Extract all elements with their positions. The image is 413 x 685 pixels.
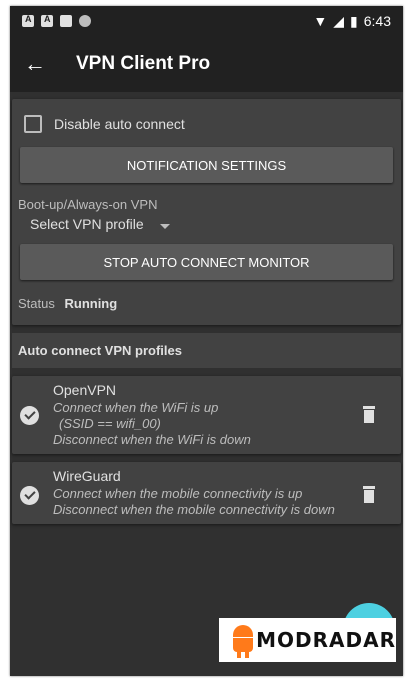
arrow-left-icon[interactable]: ← [10,51,60,77]
vpn-profile-select[interactable]: Select VPN profile [12,212,401,236]
battery-icon: ▮ [350,12,358,29]
stop-monitor-button[interactable]: STOP AUTO CONNECT MONITOR [20,244,393,280]
disable-auto-connect-row[interactable]: Disable auto connect [12,109,401,139]
clock: 6:43 [363,13,391,29]
android-notification-icon: A [41,14,53,27]
app-bar: ← VPN Client Pro [10,36,403,92]
status-value: Running [64,296,118,311]
profile-rule: Connect when the WiFi is up [53,400,219,415]
notification-a-icon: A [22,14,34,27]
watermark: MODRADAR [219,618,396,662]
trash-icon[interactable] [359,406,383,426]
circle-notification-icon [79,15,91,27]
check-circle-icon [20,406,39,425]
profile-openvpn[interactable]: OpenVPN Connect when the WiFi is up (SSI… [12,376,401,454]
phone-screen: A A ▼ ◢ ▮ 6:43 ← VPN Client Pro Disable … [10,6,403,676]
wifi-icon: ▼ [313,13,328,29]
watermark-text: MODRADAR [256,628,396,652]
page-title: VPN Client Pro [76,53,211,74]
dropdown-caret-icon [159,223,170,229]
vpn-profile-select-value: Select VPN profile [30,216,144,232]
check-circle-icon [20,486,39,505]
status-bar: A A ▼ ◢ ▮ 6:43 [10,6,403,36]
profile-wireguard[interactable]: WireGuard Connect when the mobile connec… [12,462,401,524]
notification-settings-button[interactable]: NOTIFICATION SETTINGS [20,147,393,183]
profiles-header: Auto connect VPN profiles [12,333,401,368]
profile-rule: Connect when the mobile connectivity is … [53,486,303,501]
signal-icon: ◢ [333,12,345,29]
profile-rule: Disconnect when the mobile connectivity … [53,502,335,517]
trash-icon[interactable] [359,486,383,506]
sd-card-icon [60,15,72,27]
profile-rule: Disconnect when the WiFi is down [53,432,251,447]
settings-card: Disable auto connect NOTIFICATION SETTIN… [12,99,401,325]
boot-vpn-label: Boot-up/Always-on VPN [18,197,158,212]
disable-auto-connect-checkbox[interactable] [24,115,42,133]
disable-auto-connect-label: Disable auto connect [54,116,185,132]
status-label: Status [18,296,55,311]
profile-rule: (SSID == wifi_00) [59,416,161,431]
profile-name: OpenVPN [53,382,117,398]
profile-name: WireGuard [53,468,121,484]
android-logo-icon [225,622,253,658]
status-row: Status Running [12,288,401,317]
